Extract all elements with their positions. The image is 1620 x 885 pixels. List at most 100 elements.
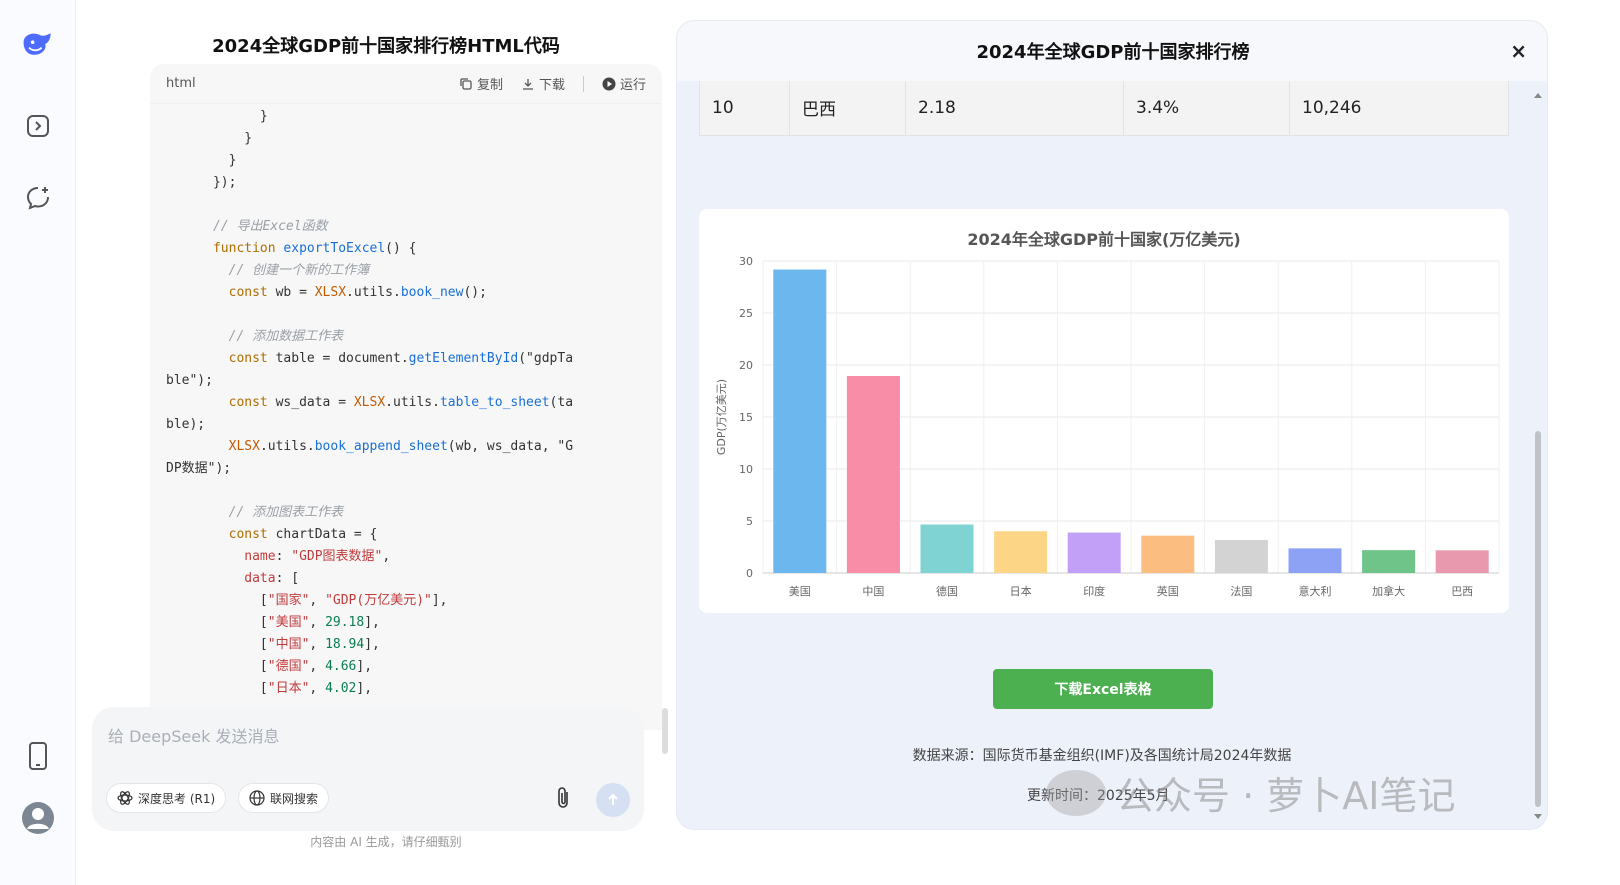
- code-line: ["德国", 4.66],: [166, 659, 373, 674]
- code-language: html: [166, 76, 196, 91]
- x-tick-label: 加拿大: [1372, 584, 1405, 598]
- x-tick-label: 美国: [789, 585, 811, 598]
- deep-think-label: 深度思考 (R1): [138, 791, 216, 806]
- scrollbar-thumb[interactable]: [1535, 431, 1541, 807]
- code-line: // 添加数据工作表: [166, 329, 344, 344]
- gdp-bar-chart: 2024年全球GDP前十国家(万亿美元) GDP(万亿美元) 0 5 10 15 20 25 3…: [715, 230, 1500, 598]
- code-line: const table = document.getElementById("g…: [228, 351, 574, 366]
- phone-icon[interactable]: [20, 738, 56, 774]
- x-tick-label: 中国: [862, 585, 884, 598]
- user-avatar-icon[interactable]: [20, 800, 56, 836]
- table-cell: 2.18: [905, 79, 1124, 136]
- code-line: const chartData = {: [228, 527, 378, 542]
- atom-icon: [117, 791, 133, 805]
- bar: [920, 524, 974, 573]
- code-line: const ws_data = XLSX.utils.table_to_shee…: [228, 395, 574, 410]
- x-tick-label: 印度: [1083, 584, 1105, 598]
- close-icon[interactable]: ×: [1510, 39, 1527, 63]
- preview-header: 2024年全球GDP前十国家排行榜 ×: [677, 21, 1547, 81]
- code-line: });: [166, 175, 237, 190]
- bar: [1214, 540, 1268, 573]
- bar: [1435, 550, 1489, 573]
- copy-label: 复制: [476, 78, 503, 93]
- preview-panel: 10 巴西 2.18 3.4% 10,246 2024年全球GDP前十国家排行榜…: [676, 20, 1548, 830]
- bar: [1362, 550, 1416, 573]
- watermark-text: 公众号 · 萝卜AI笔记: [1116, 774, 1456, 818]
- download-excel-button[interactable]: 下载Excel表格: [993, 669, 1213, 709]
- bar: [1067, 532, 1121, 573]
- code-scrollbar[interactable]: [662, 708, 668, 754]
- x-tick-label: 德国: [936, 584, 958, 598]
- code-line: DP数据");: [166, 461, 232, 476]
- new-chat-icon[interactable]: [20, 180, 56, 216]
- download-icon: [522, 78, 533, 90]
- run-label: 运行: [619, 78, 646, 93]
- y-tick-label: 15: [739, 411, 753, 424]
- download-label: 下载: [538, 78, 565, 93]
- code-line: // 创建一个新的工作簿: [166, 263, 370, 278]
- web-search-toggle[interactable]: 联网搜索: [238, 783, 330, 813]
- bar: [1288, 548, 1342, 573]
- code-line: ["美国", 29.18],: [166, 615, 380, 630]
- code-line: ["日本", 4.02],: [166, 681, 373, 696]
- code-line: // 导出Excel函数: [166, 219, 328, 234]
- x-tick-label: 巴西: [1451, 585, 1473, 598]
- preview-scrollbar[interactable]: [1533, 91, 1543, 821]
- chart-card: 2024年全球GDP前十国家(万亿美元) GDP(万亿美元) 0 5 10 15 20 25 3…: [699, 209, 1509, 613]
- bar: [994, 531, 1048, 573]
- chat-input-placeholder[interactable]: 给 DeepSeek 发送消息: [108, 723, 279, 747]
- code-header: html 复制 下载 运行: [150, 64, 662, 104]
- code-pane: 2024全球GDP前十国家排行榜HTML代码 html 复制 下载 运行 } }…: [76, 0, 696, 885]
- x-tick-label: 意大利: [1299, 584, 1332, 598]
- code-line: data: [: [244, 571, 300, 586]
- code-line: ["国家", "GDP(万亿美元)"],: [166, 593, 448, 608]
- chart-title: 2024年全球GDP前十国家(万亿美元): [967, 230, 1240, 249]
- code-content: } } } }); // 导出Excel函数 function exportTo…: [150, 104, 662, 730]
- code-line: // 添加图表工作表: [166, 505, 344, 520]
- code-line: }: [166, 109, 268, 124]
- download-button[interactable]: 下载: [521, 74, 565, 93]
- data-source-text: 数据来源：国际货币基金组织(IMF)及各国统计局2024年数据: [912, 748, 1292, 764]
- divider: [582, 75, 584, 92]
- y-tick-label: 25: [739, 307, 753, 320]
- y-tick-label: 30: [739, 255, 753, 268]
- deep-think-toggle[interactable]: 深度思考 (R1): [106, 783, 227, 813]
- x-tick-label: 英国: [1157, 584, 1179, 598]
- chat-input-box[interactable]: 给 DeepSeek 发送消息 深度思考 (R1) 联网搜索: [92, 707, 644, 831]
- x-tick-label: 法国: [1230, 584, 1252, 598]
- deepseek-logo-icon[interactable]: [20, 26, 56, 62]
- y-axis-label: GDP(万亿美元): [715, 379, 728, 455]
- table-row: 10 巴西 2.18 3.4% 10,246: [699, 79, 1509, 136]
- copy-button[interactable]: 复制: [459, 74, 503, 93]
- y-tick-label: 20: [739, 359, 753, 372]
- run-button[interactable]: 运行: [602, 74, 646, 93]
- bar: [1141, 535, 1195, 573]
- watermark: 公众号 · 萝卜AI笔记: [1046, 765, 1455, 820]
- wechat-icon: [1046, 769, 1106, 816]
- send-button[interactable]: [596, 783, 630, 817]
- web-search-label: 联网搜索: [270, 791, 319, 806]
- bar: [846, 376, 900, 573]
- y-tick-label: 10: [739, 463, 753, 476]
- code-line: const wb = XLSX.utils.book_new();: [228, 285, 487, 300]
- code-title: 2024全球GDP前十国家排行榜HTML代码: [212, 36, 560, 57]
- gdp-table: 10 巴西 2.18 3.4% 10,246: [699, 79, 1509, 136]
- copy-icon: [460, 77, 472, 90]
- play-icon: [602, 77, 616, 90]
- x-tick-label: 日本: [1010, 584, 1032, 598]
- sidebar-toggle-icon[interactable]: [20, 108, 56, 144]
- code-line: XLSX.utils.book_append_sheet(wb, ws_data…: [228, 439, 574, 454]
- code-line: function exportToExcel() {: [212, 241, 417, 256]
- scroll-up-arrow-icon: [1534, 93, 1542, 98]
- attach-icon[interactable]: [554, 785, 572, 815]
- code-line: }: [166, 131, 253, 146]
- sidebar: [0, 0, 76, 885]
- arrow-up-icon: [608, 793, 618, 805]
- ai-disclaimer: 内容由 AI 生成，请仔细甄别: [310, 835, 462, 849]
- code-line: ble");: [166, 373, 213, 388]
- table-cell: 10,246: [1289, 79, 1509, 136]
- table-cell: 10: [699, 79, 790, 136]
- table-cell: 3.4%: [1123, 79, 1290, 136]
- y-tick-label: 0: [746, 567, 753, 580]
- code-line: ["中国", 18.94],: [166, 637, 380, 652]
